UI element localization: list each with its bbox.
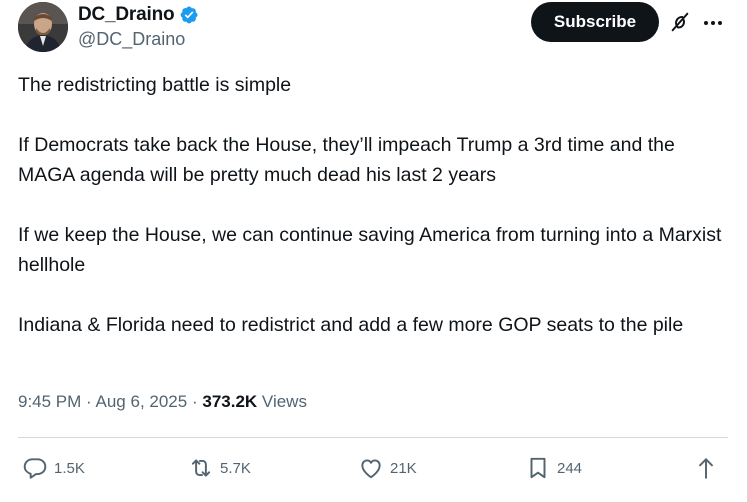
repost-icon (191, 459, 211, 477)
views-count: 373.2K (202, 392, 258, 411)
views-label: Views (261, 392, 307, 411)
divider (18, 437, 728, 438)
author-name-row[interactable]: DC_Draino (78, 4, 199, 26)
avatar[interactable] (18, 2, 68, 52)
more-icon[interactable] (702, 12, 724, 34)
share-button[interactable] (693, 452, 719, 484)
bookmark-icon (530, 457, 546, 479)
share-icon (699, 458, 713, 479)
tweet-text: The redistricting battle is simple If De… (18, 70, 730, 370)
reply-icon (23, 458, 47, 479)
grok-icon[interactable] (669, 11, 691, 33)
like-count: 21K (390, 459, 417, 477)
tweet-paragraph: The redistricting battle is simple (18, 74, 292, 96)
author-handle[interactable]: @DC_Draino (78, 29, 185, 50)
author-display-name[interactable]: DC_Draino (78, 4, 175, 26)
avatar-image (18, 2, 68, 52)
tweet-time[interactable]: 9:45 PM (18, 392, 81, 411)
bookmark-button[interactable]: 244 (525, 452, 582, 484)
tweet-paragraph: If we keep the House, we can continue sa… (18, 224, 722, 276)
subscribe-button[interactable]: Subscribe (531, 2, 659, 42)
repost-count: 5.7K (220, 459, 251, 477)
tweet-meta: 9:45 PM · Aug 6, 2025 · 373.2K Views (18, 392, 307, 412)
heart-icon (361, 459, 381, 479)
verified-badge-icon[interactable] (179, 5, 199, 25)
bookmark-count: 244 (557, 459, 583, 477)
like-button[interactable]: 21K (358, 452, 417, 484)
tweet-paragraph: If Democrats take back the House, they’l… (18, 134, 675, 186)
tweet-date[interactable]: Aug 6, 2025 (96, 392, 188, 411)
meta-separator: · (191, 392, 198, 411)
repost-button[interactable]: 5.7K (188, 452, 251, 484)
reply-button[interactable]: 1.5K (22, 452, 85, 484)
reply-count: 1.5K (54, 459, 85, 477)
meta-separator: · (86, 392, 92, 411)
tweet-paragraph: Indiana & Florida need to redistrict and… (18, 314, 684, 336)
